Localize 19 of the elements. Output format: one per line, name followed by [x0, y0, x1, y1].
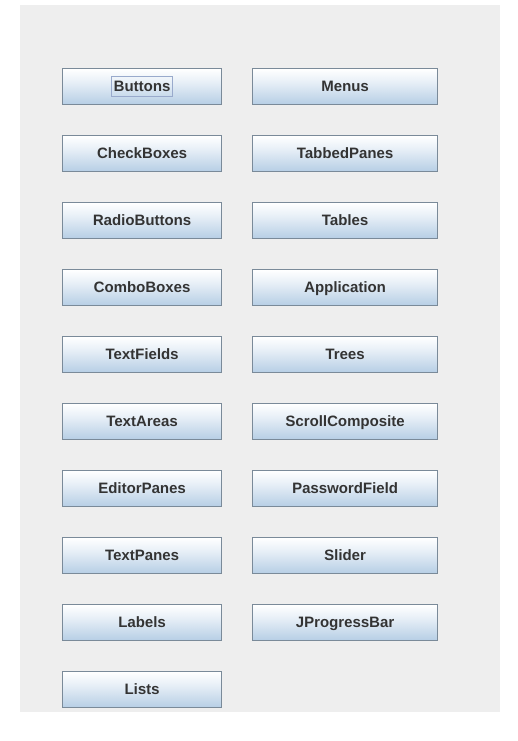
nav-button[interactable]: PasswordField — [252, 470, 438, 507]
nav-button[interactable]: Lists — [62, 671, 222, 708]
nav-button[interactable]: TextFields — [62, 336, 222, 373]
nav-button[interactable]: TextPanes — [62, 537, 222, 574]
nav-button[interactable]: CheckBoxes — [62, 135, 222, 172]
nav-button[interactable]: ComboBoxes — [62, 269, 222, 306]
nav-button[interactable]: TextAreas — [62, 403, 222, 440]
nav-button[interactable]: Labels — [62, 604, 222, 641]
nav-button[interactable]: ScrollComposite — [252, 403, 438, 440]
nav-button[interactable]: RadioButtons — [62, 202, 222, 239]
nav-button[interactable]: Application — [252, 269, 438, 306]
nav-button[interactable]: Menus — [252, 68, 438, 105]
nav-button[interactable]: EditorPanes — [62, 470, 222, 507]
nav-button[interactable]: Slider — [252, 537, 438, 574]
nav-button[interactable]: Tables — [252, 202, 438, 239]
nav-button[interactable]: Buttons — [62, 68, 222, 105]
nav-button[interactable]: JProgressBar — [252, 604, 438, 641]
nav-button[interactable]: Trees — [252, 336, 438, 373]
nav-button[interactable]: TabbedPanes — [252, 135, 438, 172]
